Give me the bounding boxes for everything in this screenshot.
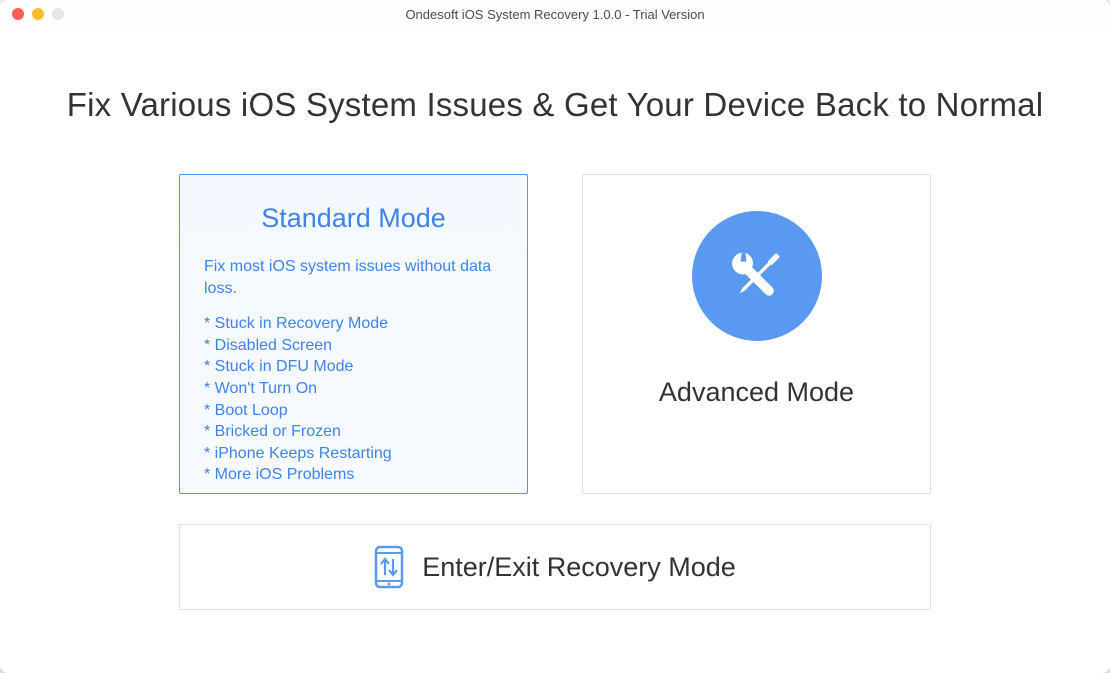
tools-icon [692, 211, 822, 341]
standard-mode-list: Stuck in Recovery Mode Disabled Screen S… [204, 313, 503, 486]
list-item: Won't Turn On [204, 378, 503, 400]
standard-mode-title: Standard Mode [261, 203, 446, 234]
standard-mode-description: Fix most iOS system issues without data … [204, 256, 503, 299]
advanced-mode-title: Advanced Mode [659, 377, 854, 408]
advanced-mode-card[interactable]: Advanced Mode [582, 174, 931, 494]
list-item: Stuck in Recovery Mode [204, 313, 503, 335]
titlebar: Ondesoft iOS System Recovery 1.0.0 - Tri… [0, 0, 1110, 28]
standard-mode-body: Fix most iOS system issues without data … [180, 256, 527, 486]
recovery-mode-button[interactable]: Enter/Exit Recovery Mode [179, 524, 931, 610]
traffic-lights [0, 8, 64, 20]
window-title: Ondesoft iOS System Recovery 1.0.0 - Tri… [0, 7, 1110, 22]
close-window-button[interactable] [12, 8, 24, 20]
list-item: Disabled Screen [204, 335, 503, 357]
page-headline: Fix Various iOS System Issues & Get Your… [60, 86, 1050, 124]
list-item: Bricked or Frozen [204, 421, 503, 443]
mode-cards-row: Standard Mode Fix most iOS system issues… [60, 174, 1050, 494]
list-item: More iOS Problems [204, 464, 503, 486]
list-item: Boot Loop [204, 400, 503, 422]
phone-arrows-icon [374, 545, 404, 589]
list-item: iPhone Keeps Restarting [204, 443, 503, 465]
main-content: Fix Various iOS System Issues & Get Your… [0, 28, 1110, 640]
standard-mode-card[interactable]: Standard Mode Fix most iOS system issues… [179, 174, 528, 494]
app-window: Ondesoft iOS System Recovery 1.0.0 - Tri… [0, 0, 1110, 673]
recovery-mode-label: Enter/Exit Recovery Mode [422, 552, 736, 583]
minimize-window-button[interactable] [32, 8, 44, 20]
list-item: Stuck in DFU Mode [204, 356, 503, 378]
advanced-mode-icon-wrap [692, 211, 822, 341]
zoom-window-button[interactable] [52, 8, 64, 20]
